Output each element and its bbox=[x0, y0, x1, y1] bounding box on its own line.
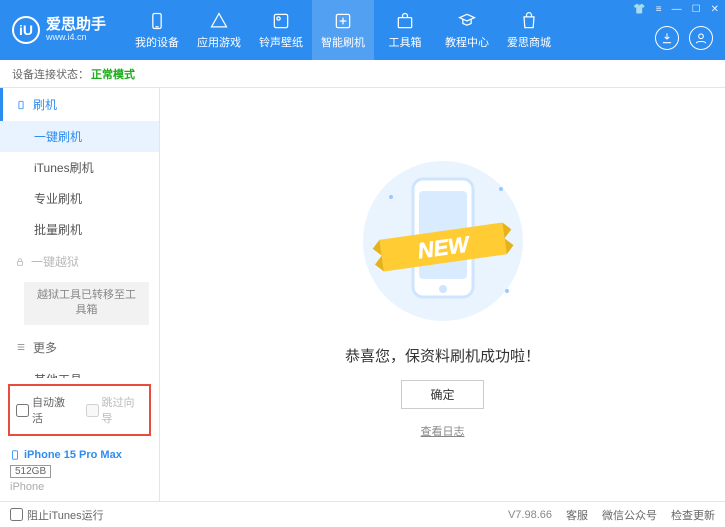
sidebar-item-batch-flash[interactable]: 批量刷机 bbox=[0, 214, 159, 245]
block-itunes-checkbox[interactable]: 阻止iTunes运行 bbox=[10, 507, 104, 523]
window-controls: 👕 ≡ — ☐ ✕ bbox=[633, 4, 719, 15]
checkbox-label: 自动激活 bbox=[32, 394, 74, 426]
store-icon bbox=[519, 11, 539, 31]
footer-update[interactable]: 检查更新 bbox=[671, 507, 715, 523]
app-header: iU 爱思助手 www.i4.cn 我的设备 应用游戏 铃声壁纸 智能刷机 工具… bbox=[0, 0, 725, 60]
download-button[interactable] bbox=[655, 26, 679, 50]
sidebar-options-highlight: 自动激活 跳过向导 bbox=[8, 384, 151, 436]
auto-activate-checkbox[interactable]: 自动激活 bbox=[16, 394, 74, 426]
nav-label: 我的设备 bbox=[135, 34, 179, 50]
ok-button[interactable]: 确定 bbox=[401, 380, 483, 409]
sidebar-item-pro-flash[interactable]: 专业刷机 bbox=[0, 183, 159, 214]
sidebar-group-label: 刷机 bbox=[33, 96, 57, 113]
device-name[interactable]: iPhone 15 Pro Max bbox=[10, 448, 149, 462]
sidebar-group-flash[interactable]: 刷机 bbox=[0, 88, 159, 121]
sidebar-item-other-tools[interactable]: 其他工具 bbox=[0, 364, 159, 378]
nav-apps[interactable]: 应用游戏 bbox=[188, 0, 250, 60]
nav-label: 智能刷机 bbox=[321, 34, 365, 50]
sidebar-group-more[interactable]: 更多 bbox=[0, 331, 159, 364]
nav-label: 工具箱 bbox=[389, 34, 422, 50]
checkbox-label: 跳过向导 bbox=[102, 394, 144, 426]
sidebar: 刷机 一键刷机 iTunes刷机 专业刷机 批量刷机 一键越狱 越狱工具已转移至… bbox=[0, 88, 160, 501]
flash-icon bbox=[333, 11, 353, 31]
nav-my-device[interactable]: 我的设备 bbox=[126, 0, 188, 60]
sidebar-group-jailbreak: 一键越狱 bbox=[0, 245, 159, 278]
device-icon bbox=[147, 11, 167, 31]
nav-store[interactable]: 爱思商城 bbox=[498, 0, 560, 60]
lock-icon bbox=[15, 257, 25, 267]
toolbox-icon bbox=[395, 11, 415, 31]
skip-guide-checkbox[interactable]: 跳过向导 bbox=[86, 394, 144, 426]
phone-icon bbox=[15, 100, 27, 110]
view-log-link[interactable]: 查看日志 bbox=[421, 423, 465, 439]
checkbox-label: 阻止iTunes运行 bbox=[27, 507, 104, 523]
success-illustration: NEW bbox=[343, 151, 543, 331]
storage-badge: 512GB bbox=[10, 465, 51, 478]
footer: 阻止iTunes运行 V7.98.66 客服 微信公众号 检查更新 bbox=[0, 501, 725, 527]
status-bar: 设备连接状态： 正常模式 bbox=[0, 60, 725, 88]
nav-toolbox[interactable]: 工具箱 bbox=[374, 0, 436, 60]
logo-mark: iU bbox=[12, 16, 40, 44]
version-label: V7.98.66 bbox=[508, 509, 552, 521]
menu-icon[interactable]: ≡ bbox=[656, 4, 662, 15]
list-icon bbox=[15, 342, 27, 352]
maximize-icon[interactable]: ☐ bbox=[692, 4, 701, 15]
status-value: 正常模式 bbox=[91, 66, 135, 82]
minimize-icon[interactable]: — bbox=[672, 4, 682, 15]
nav-flash[interactable]: 智能刷机 bbox=[312, 0, 374, 60]
main-content: NEW 恭喜您，保资料刷机成功啦！ 确定 查看日志 bbox=[160, 88, 725, 501]
sidebar-item-oneclick-flash[interactable]: 一键刷机 bbox=[0, 121, 159, 152]
apps-icon bbox=[209, 11, 229, 31]
skin-icon[interactable]: 👕 bbox=[633, 4, 645, 15]
nav-label: 爱思商城 bbox=[507, 34, 551, 50]
success-message: 恭喜您，保资料刷机成功啦！ bbox=[345, 345, 540, 366]
app-logo: iU 爱思助手 www.i4.cn bbox=[12, 16, 106, 44]
status-label: 设备连接状态： bbox=[12, 66, 89, 82]
nav-ringtones[interactable]: 铃声壁纸 bbox=[250, 0, 312, 60]
wallpaper-icon bbox=[271, 11, 291, 31]
close-icon[interactable]: ✕ bbox=[711, 4, 719, 15]
top-nav: 我的设备 应用游戏 铃声壁纸 智能刷机 工具箱 教程中心 爱思商城 bbox=[126, 0, 560, 60]
device-info: iPhone 15 Pro Max 512GB iPhone bbox=[0, 442, 159, 501]
jailbreak-note: 越狱工具已转移至工具箱 bbox=[24, 282, 149, 325]
user-button[interactable] bbox=[689, 26, 713, 50]
nav-label: 铃声壁纸 bbox=[259, 34, 303, 50]
tutorial-icon bbox=[457, 11, 477, 31]
nav-label: 教程中心 bbox=[445, 34, 489, 50]
sidebar-item-itunes-flash[interactable]: iTunes刷机 bbox=[0, 152, 159, 183]
footer-kefu[interactable]: 客服 bbox=[566, 507, 588, 523]
device-type: iPhone bbox=[10, 481, 149, 493]
logo-subtitle: www.i4.cn bbox=[46, 33, 106, 43]
phone-icon bbox=[10, 448, 20, 462]
logo-title: 爱思助手 bbox=[46, 17, 106, 34]
nav-tutorials[interactable]: 教程中心 bbox=[436, 0, 498, 60]
footer-wechat[interactable]: 微信公众号 bbox=[602, 507, 657, 523]
sidebar-group-label: 一键越狱 bbox=[31, 253, 79, 270]
device-name-text: iPhone 15 Pro Max bbox=[24, 449, 122, 461]
sidebar-group-label: 更多 bbox=[33, 339, 57, 356]
nav-label: 应用游戏 bbox=[197, 34, 241, 50]
